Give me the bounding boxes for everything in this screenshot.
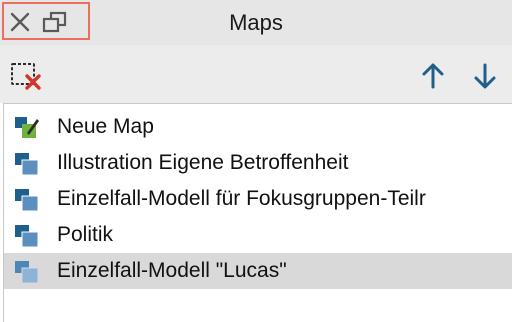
new-map-icon [15, 117, 39, 138]
list-item-label: Politik [57, 223, 114, 246]
list-item[interactable]: Einzelfall-Modell für Fokusgruppen-Teilr [4, 181, 512, 217]
window-controls [2, 2, 90, 40]
list-item-label: Neue Map [57, 115, 154, 138]
list-item-label: Einzelfall-Modell für Fokusgruppen-Teilr [57, 187, 426, 210]
list-item[interactable]: Illustration Eigene Betroffenheit [4, 145, 512, 181]
detach-window-icon[interactable] [41, 10, 69, 34]
list-item[interactable]: Politik [4, 217, 512, 253]
map-icon [15, 189, 39, 212]
toolbar [0, 45, 512, 103]
map-icon [15, 225, 39, 248]
arrow-up-icon[interactable] [420, 62, 446, 90]
list-item[interactable]: Neue Map [4, 109, 512, 145]
arrow-down-icon[interactable] [472, 62, 498, 90]
map-icon [15, 153, 39, 176]
map-icon [15, 261, 39, 284]
map-delete-icon[interactable] [10, 62, 44, 92]
list-item-label: Illustration Eigene Betroffenheit [57, 151, 349, 174]
title-bar: Maps [0, 0, 512, 45]
list-item-selected[interactable]: Einzelfall-Modell "Lucas" [4, 253, 512, 289]
close-icon[interactable] [9, 11, 31, 33]
list-item-label: Einzelfall-Modell "Lucas" [57, 259, 287, 282]
map-list: Neue Map Illustration Eigene Betroffenhe… [3, 103, 512, 322]
